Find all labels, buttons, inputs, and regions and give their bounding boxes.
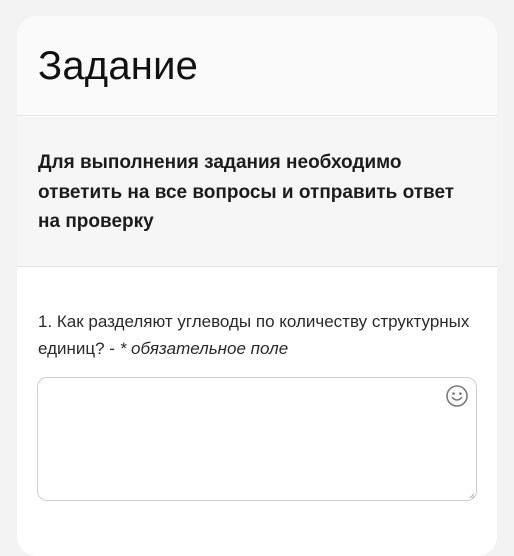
question-label: 1. Как разделяют углеводы по количеству … (38, 309, 478, 362)
answer-textarea[interactable] (38, 378, 476, 500)
required-note: * обязательное поле (119, 338, 289, 358)
answer-box (37, 377, 477, 501)
resize-handle-icon[interactable] (469, 493, 475, 499)
task-description: Для выполнения задания необходимо ответи… (38, 152, 455, 232)
page-title: Задание (38, 44, 199, 88)
task-header: Задание (17, 16, 497, 116)
question-block: 1. Как разделяют углеводы по количеству … (17, 268, 497, 556)
task-card: Задание Для выполнения задания необходим… (17, 16, 497, 556)
smiley-icon[interactable] (445, 384, 469, 408)
task-description-section: Для выполнения задания необходимо ответи… (17, 117, 497, 267)
